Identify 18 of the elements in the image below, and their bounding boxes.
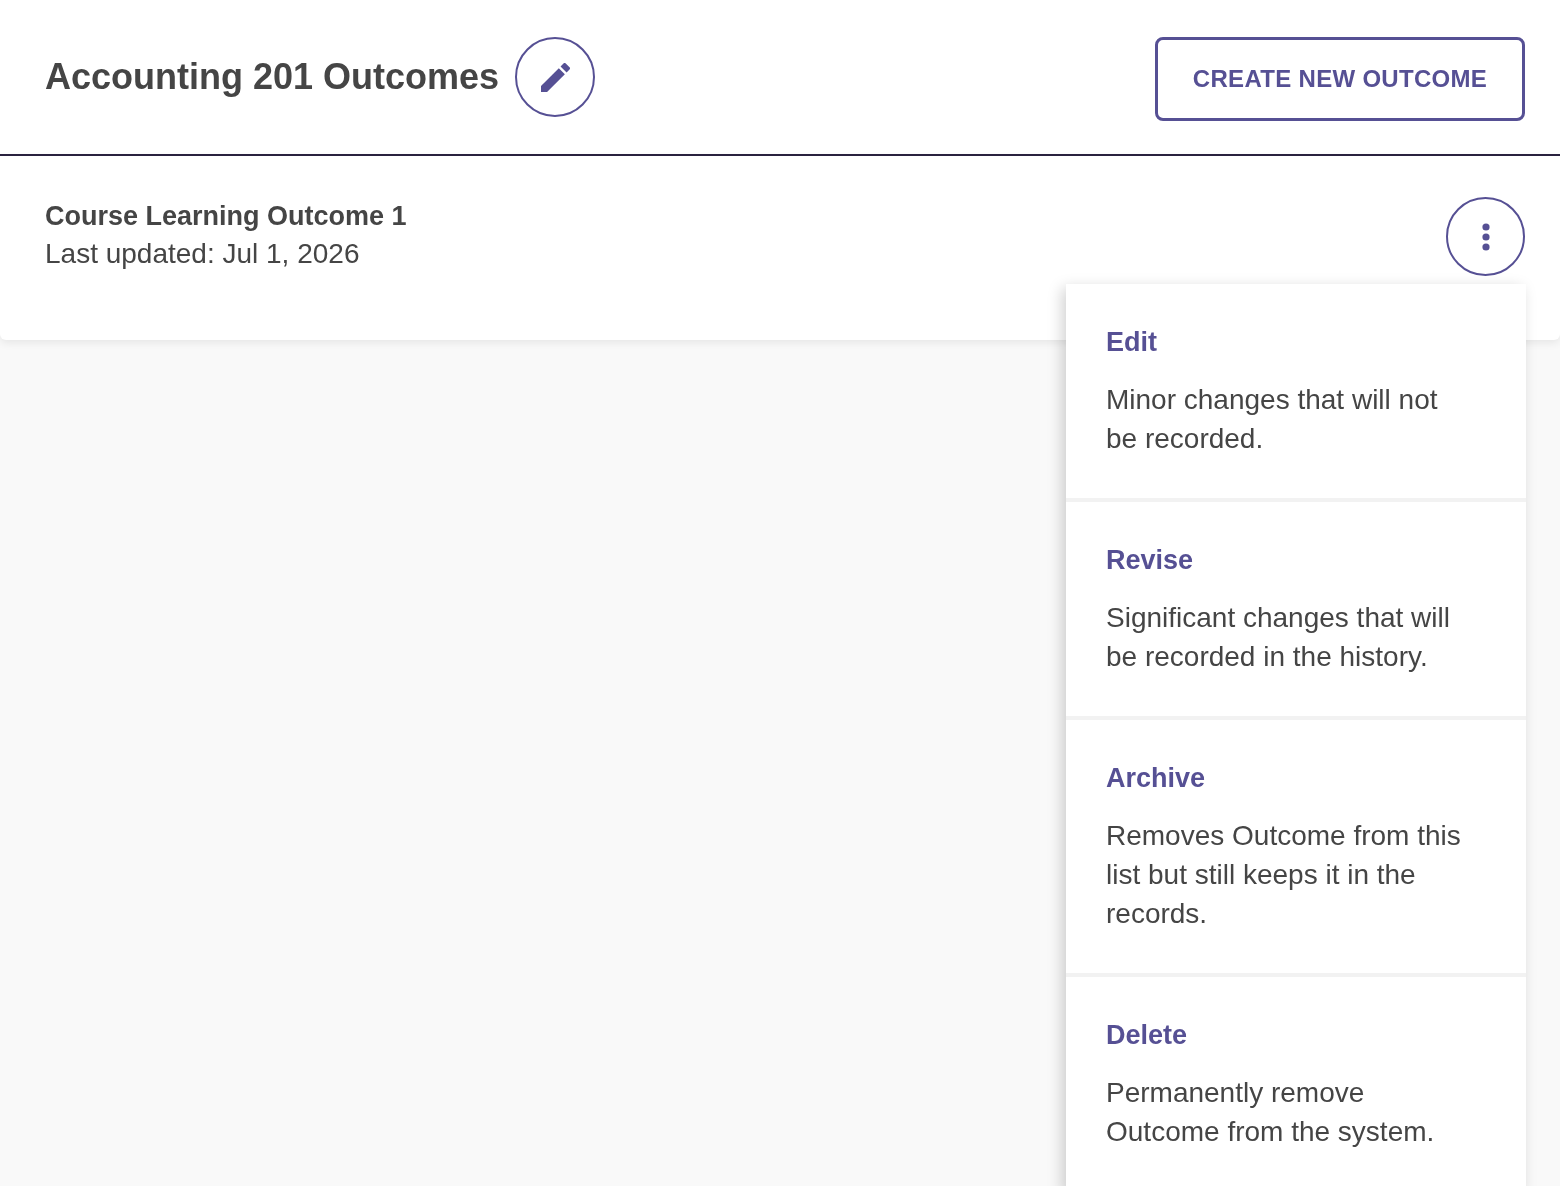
option-description: Removes Outcome from this list but still keeps it in the records. (1106, 819, 1462, 931)
more-vertical-icon (1481, 222, 1490, 251)
page-title: Accounting 201 Outcomes (45, 55, 500, 99)
menu-option[interactable]: Edit Minor changes that will not be recorded. (1066, 284, 1526, 498)
option-title: Delete (1106, 1019, 1189, 1052)
menu-option[interactable]: Archive Removes Outcome from this list but still keeps it in the records. (1066, 720, 1526, 973)
option-title: Edit (1106, 326, 1158, 359)
menu-option[interactable]: Delete Permanently remove Outcome from the system. (1066, 977, 1526, 1186)
pencil-icon (540, 62, 570, 92)
menu-option[interactable]: Revise Significant changes that will be recorded in the history. (1066, 502, 1526, 716)
option-description: Significant changes that will be recorded in the history. (1106, 601, 1451, 674)
outcome-title: Course Learning Outcome 1 (45, 200, 407, 233)
create-outcome-button[interactable]: CREATE NEW OUTCOME (1155, 37, 1525, 121)
option-description: Minor changes that will not be recorded. (1106, 383, 1439, 456)
option-title: Archive (1106, 762, 1207, 795)
option-title: Revise (1106, 544, 1195, 577)
option-description: Permanently remove Outcome from the system. (1106, 1076, 1436, 1149)
last-updated-text: Last updated: Jul 1, 2026 (45, 237, 361, 271)
